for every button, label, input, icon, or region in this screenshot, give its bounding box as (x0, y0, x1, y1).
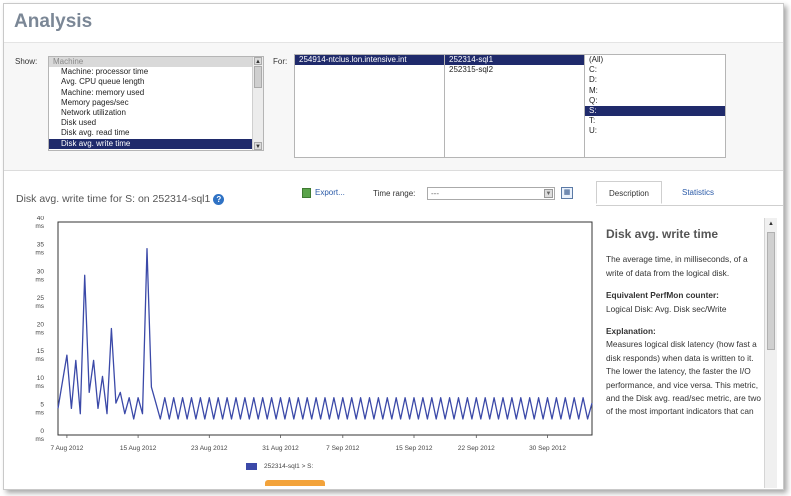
export-label: Export... (315, 188, 345, 198)
chart-title-text: Disk avg. write time for S: on 252314-sq… (16, 193, 211, 205)
time-range-label: Time range: (373, 189, 416, 198)
tab-statistics[interactable]: Statistics (668, 181, 728, 204)
y-tick-label: 20 ms (35, 322, 44, 337)
chevron-down-icon[interactable]: ▼ (544, 189, 553, 198)
list-item[interactable]: 252315-sql2 (445, 65, 585, 75)
scroll-down-icon[interactable]: ▼ (254, 142, 262, 150)
x-tick-label: 31 Aug 2012 (262, 445, 299, 452)
time-range-select[interactable]: --- ▼ (427, 187, 555, 200)
scroll-thumb[interactable] (767, 232, 775, 350)
description-tabs: Description Statistics (596, 181, 783, 206)
x-tick-label: 22 Sep 2012 (458, 445, 495, 452)
list-item[interactable]: Disk used (49, 118, 263, 128)
cluster-listbox[interactable]: 254914-ntclus.lon.intensive.int (294, 54, 446, 158)
list-item[interactable]: Memory pages/sec (49, 98, 263, 108)
calendar-icon[interactable]: ▦ (561, 187, 573, 199)
tab-description[interactable]: Description (596, 181, 662, 204)
description-scrollbar[interactable]: ▲ (764, 218, 777, 488)
filter-section: Show: Machine Machine: processor time Avg.… (4, 43, 783, 171)
explanation-text: Measures logical disk latency (how fast … (606, 339, 761, 417)
y-tick-label: 10 ms (35, 375, 44, 390)
line-chart: 0 ms 5 ms 10 ms 15 ms 20 ms 25 ms 30 ms 35 ms 40 ms 7 Aug … (35, 216, 593, 452)
for-label: For: (273, 57, 288, 66)
explanation-label: Explanation: (606, 326, 656, 337)
list-item[interactable]: D: (585, 75, 725, 85)
scroll-up-icon[interactable]: ▲ (254, 57, 262, 65)
list-item[interactable]: Network utilization (49, 108, 263, 118)
list-item[interactable]: C: (585, 65, 725, 75)
list-item[interactable]: Avg. CPU queue length (49, 77, 263, 87)
description-intro: The average time, in milliseconds, of a … (606, 254, 748, 278)
metric-listbox[interactable]: Machine Machine: processor time Avg. CPU q… (48, 56, 264, 151)
description-heading: Disk avg. write time (606, 227, 719, 241)
chart-title: Disk avg. write time for S: on 252314-sq… (16, 193, 225, 205)
x-tick-label: 7 Sep 2012 (326, 445, 360, 452)
y-tick-label: 15 ms (35, 348, 44, 363)
counter-value: Logical Disk: Avg. Disk sec/Write (606, 303, 727, 314)
list-item[interactable]: M: (585, 86, 725, 96)
list-item[interactable]: Disk avg. write time (49, 138, 263, 149)
page-title: Analysis (14, 11, 93, 32)
time-range-value: --- (431, 189, 439, 198)
list-item[interactable]: 252314-sql1 (445, 55, 585, 66)
y-tick-label: 40 ms (35, 216, 44, 230)
metric-listbox-scrollbar[interactable]: ▲ ▼ (252, 57, 263, 150)
list-item[interactable]: T: (585, 116, 725, 126)
export-icon (302, 188, 311, 198)
y-tick-label: 30 ms (35, 268, 44, 283)
legend-label: 252314-sql1 > S: (264, 463, 314, 471)
legend-swatch (246, 463, 257, 470)
list-item[interactable]: S: (585, 105, 725, 117)
scroll-thumb[interactable] (254, 66, 262, 88)
x-tick-label: 15 Sep 2012 (396, 445, 433, 452)
y-tick-label: 0 ms (35, 428, 44, 443)
server-listbox[interactable]: 252314-sql1 252315-sql2 (444, 54, 586, 158)
list-item[interactable]: Machine (49, 57, 263, 68)
drive-listbox[interactable]: (All) C: D: M: Q: S: T: U: (584, 54, 726, 158)
x-tick-label: 15 Aug 2012 (120, 445, 157, 452)
resize-handle[interactable] (265, 480, 325, 486)
description-panel: Disk avg. write time The average time, i… (602, 216, 762, 486)
list-item[interactable]: Q: (585, 96, 725, 106)
scroll-up-icon[interactable]: ▲ (767, 220, 775, 228)
x-tick-label: 30 Sep 2012 (529, 445, 566, 452)
help-icon[interactable]: ? (213, 193, 225, 205)
y-tick-label: 35 ms (35, 242, 44, 257)
show-label: Show: (15, 57, 38, 66)
counter-label: Equivalent PerfMon counter: (606, 290, 719, 301)
list-item[interactable]: (All) (585, 55, 725, 65)
x-tick-label: 7 Aug 2012 (50, 445, 83, 452)
list-item[interactable]: 254914-ntclus.lon.intensive.int (295, 55, 445, 66)
list-item[interactable]: U: (585, 126, 725, 136)
list-item[interactable]: Disk avg. read time (49, 128, 263, 138)
y-tick-label: 25 ms (35, 295, 44, 310)
app-window: Analysis Show: Machine Machine: processor… (3, 3, 784, 490)
list-item[interactable]: Machine: processor time (49, 67, 263, 77)
y-tick-label: 5 ms (35, 401, 44, 416)
chart-legend: 252314-sql1 > S: (246, 463, 313, 470)
list-item[interactable]: Machine: memory used (49, 88, 263, 98)
export-link[interactable]: Export... (302, 188, 345, 198)
x-tick-label: 23 Aug 2012 (191, 445, 228, 452)
plot-area (57, 221, 593, 436)
